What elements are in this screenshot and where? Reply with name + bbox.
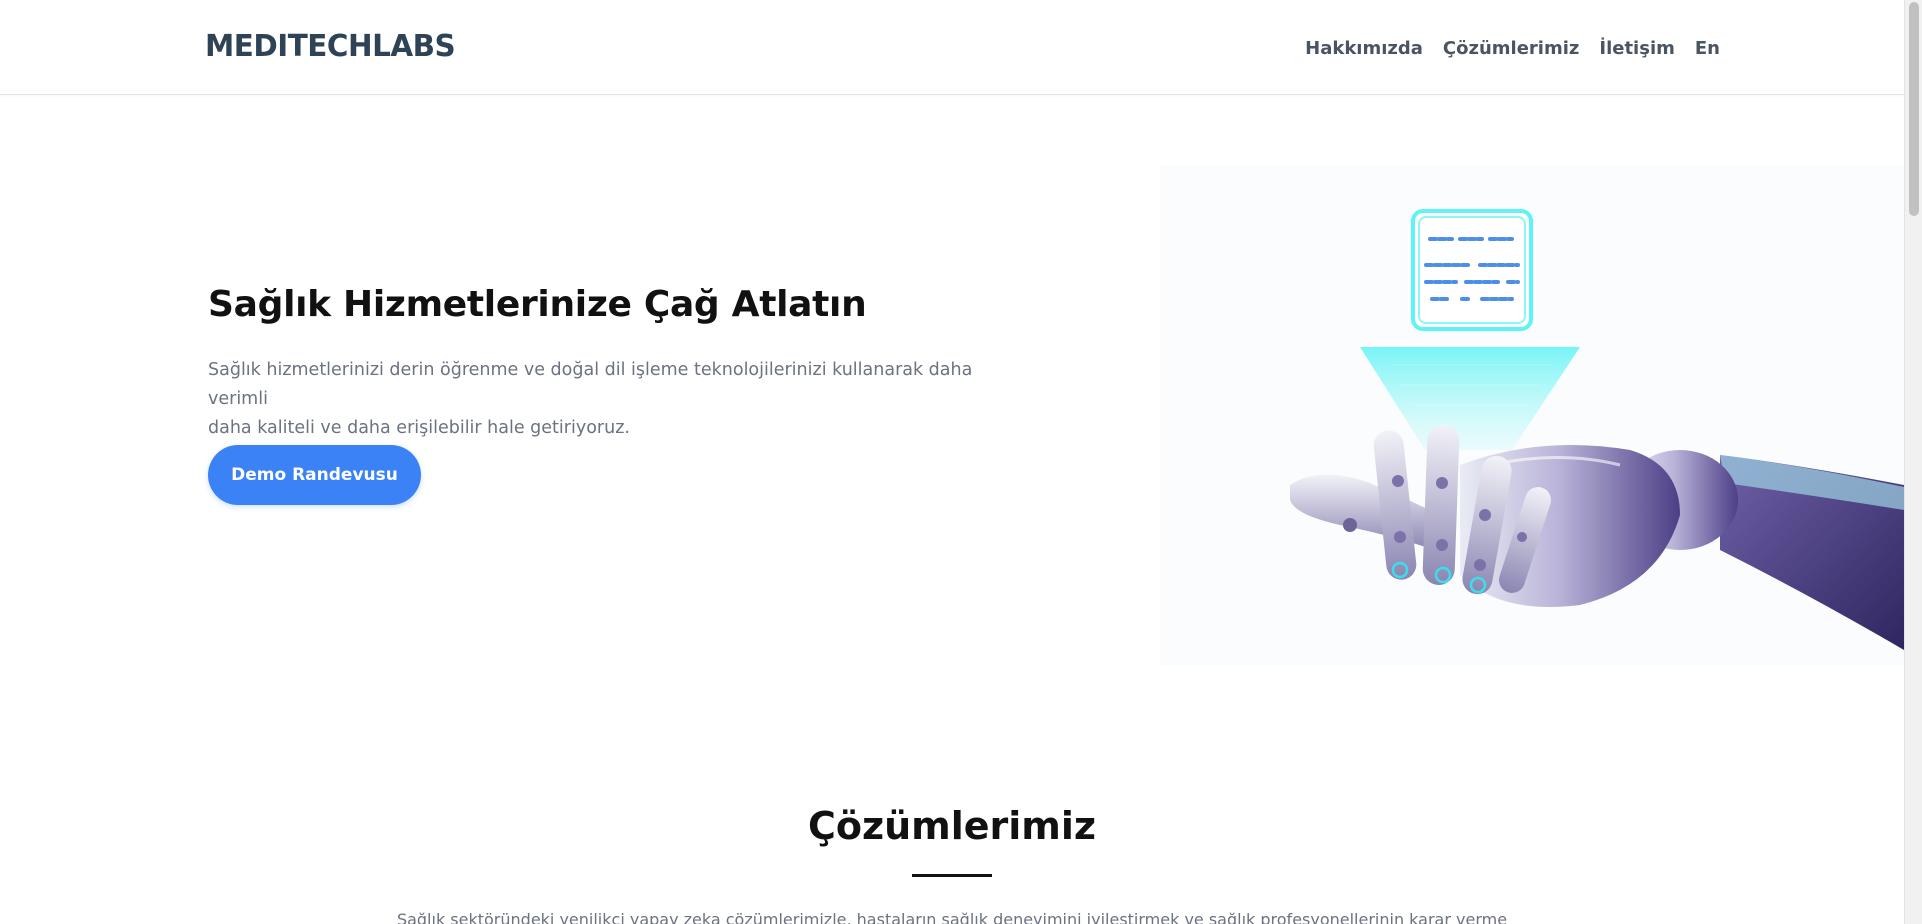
- hero-description-line-1: Sağlık hizmetlerinizi derin öğrenme ve d…: [208, 360, 973, 409]
- main-nav: Hakkımızda Çözümlerimiz İletişim En: [1305, 37, 1720, 61]
- nav-link-contact[interactable]: İletişim: [1599, 37, 1675, 61]
- nav-link-solutions[interactable]: Çözümlerimiz: [1443, 37, 1579, 61]
- hero-description-line-2: daha kaliteli ve daha erişilebilir hale …: [208, 418, 630, 438]
- solutions-description: Sağlık sektöründeki yenilikçi yapay zeka…: [396, 910, 1508, 924]
- page: MEDITECHLABS Hakkımızda Çözümlerimiz İle…: [0, 0, 1922, 924]
- hero-description: Sağlık hizmetlerinizi derin öğrenme ve d…: [208, 356, 998, 443]
- page-scrollbar[interactable]: [1904, 0, 1922, 924]
- robot-hand-hologram-icon: [1160, 165, 1904, 665]
- nav-link-about[interactable]: Hakkımızda: [1305, 37, 1423, 61]
- hero-title: Sağlık Hizmetlerinize Çağ Atlatın: [208, 284, 867, 325]
- demo-appointment-button[interactable]: Demo Randevusu: [208, 445, 421, 505]
- solutions-title: Çözümlerimiz: [807, 804, 1097, 848]
- nav-link-language[interactable]: En: [1695, 37, 1720, 61]
- site-header: MEDITECHLABS Hakkımızda Çözümlerimiz İle…: [0, 0, 1904, 95]
- section-divider: [912, 874, 992, 877]
- logo[interactable]: MEDITECHLABS: [205, 30, 456, 64]
- scrollbar-thumb[interactable]: [1909, 2, 1919, 216]
